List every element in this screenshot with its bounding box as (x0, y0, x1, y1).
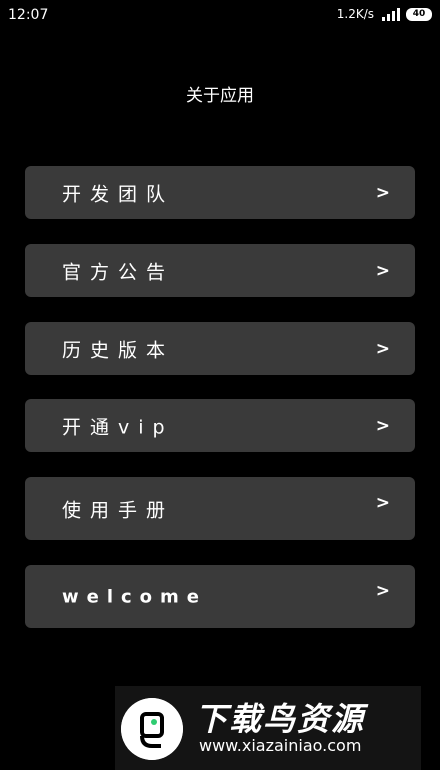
watermark-logo-icon (121, 698, 183, 760)
menu-item-user-manual[interactable]: 使用手册 > (25, 477, 415, 540)
menu-item-announcements[interactable]: 官方公告 > (25, 244, 415, 297)
network-speed: 1.2K/s (336, 7, 374, 21)
menu-item-label: 官方公告 (62, 261, 175, 283)
chevron-right-icon: > (375, 581, 390, 602)
menu-item-activate-vip[interactable]: 开通vip > (25, 399, 415, 452)
watermark-url: www.xiazainiao.com (199, 736, 362, 755)
menu-item-version-history[interactable]: 历史版本 > (25, 322, 415, 375)
status-time: 12:07 (8, 7, 49, 23)
chevron-right-icon: > (375, 493, 390, 514)
cellular-signal-icon (382, 8, 400, 21)
menu-item-label: 开发团队 (62, 183, 175, 205)
chevron-right-icon: > (375, 260, 390, 281)
status-bar: 12:07 1.2K/s 40 (0, 0, 440, 30)
chevron-right-icon: > (375, 415, 390, 436)
chevron-right-icon: > (375, 182, 390, 203)
page-title: 关于应用 (186, 86, 254, 106)
watermark-title: 下载鸟资源 (195, 700, 366, 738)
menu-item-label: 开通vip (62, 416, 174, 438)
status-indicators: 1.2K/s 40 (337, 7, 432, 21)
battery-icon: 40 (406, 7, 432, 21)
watermark: 下载鸟资源 www.xiazainiao.com (115, 686, 421, 770)
menu-item-welcome[interactable]: welcome > (25, 565, 415, 628)
chevron-right-icon: > (375, 338, 390, 359)
menu-item-label: 使用手册 (62, 499, 175, 521)
menu-item-label: welcome (62, 586, 208, 607)
menu-item-dev-team[interactable]: 开发团队 > (25, 166, 415, 219)
menu-item-label: 历史版本 (62, 339, 175, 361)
